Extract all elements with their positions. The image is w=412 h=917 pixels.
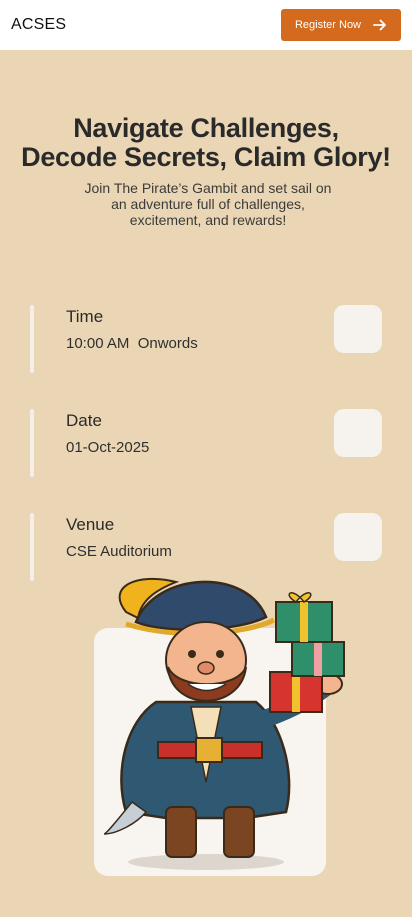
hero-subtitle: Join The Pirate’s Gambit and set sail on…	[84, 180, 332, 228]
register-now-button[interactable]: Register Now	[281, 9, 401, 41]
info-time: Time 10:00 AM Onwords	[30, 305, 382, 373]
register-now-label: Register Now	[294, 19, 362, 31]
info-value: 10:00 AM Onwords	[66, 335, 198, 352]
hero-title-line-2: Decode Secrets, Claim Glory!	[21, 142, 391, 172]
top-navbar: ACSES Register Now	[0, 0, 412, 50]
info-value: 01-Oct-2025	[66, 439, 150, 456]
brand-logo[interactable]: ACSES	[11, 16, 66, 34]
hero-title-line-1: Navigate Challenges,	[73, 113, 339, 143]
info-label: Date	[66, 411, 102, 430]
clock-icon	[334, 305, 382, 353]
pirate-mascot-illustration	[103, 577, 345, 870]
info-venue: Venue CSE Auditorium	[30, 513, 382, 581]
info-divider	[30, 409, 34, 477]
arrow-right-icon	[373, 19, 386, 31]
hero-title: Navigate Challenges, Decode Secrets, Cla…	[0, 114, 412, 172]
info-divider	[30, 305, 34, 373]
info-label: Venue	[66, 515, 115, 534]
info-divider	[30, 513, 34, 581]
info-label: Time	[66, 307, 104, 326]
info-date: Date 01-Oct-2025	[30, 409, 382, 477]
location-icon	[334, 513, 382, 561]
info-value: CSE Auditorium	[66, 543, 172, 560]
calendar-icon	[334, 409, 382, 457]
